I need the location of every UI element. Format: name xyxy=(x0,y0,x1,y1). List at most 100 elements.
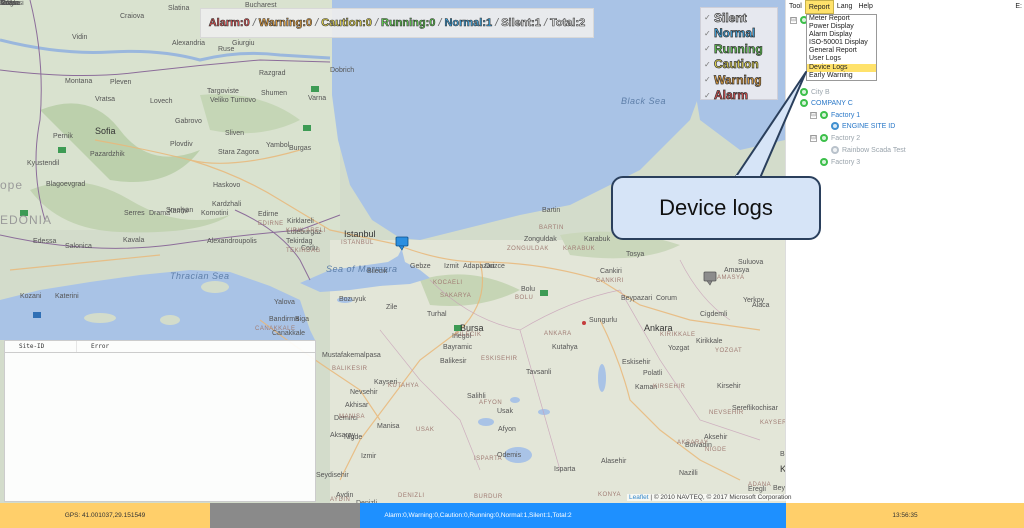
site-status-icon xyxy=(800,99,808,107)
city-label: Alexandria xyxy=(172,40,206,47)
region-label: AYDIN xyxy=(330,497,351,503)
city-label: Plovdiv xyxy=(170,141,193,148)
tree-node-factory-2[interactable]: ⊟ Factory 2 xyxy=(810,134,860,142)
city-label: Balikesir xyxy=(440,358,467,365)
city-label: Bartin xyxy=(542,207,561,214)
site-status-icon xyxy=(820,111,828,119)
region-label: USAK xyxy=(416,427,435,433)
menu-lang[interactable]: Lang xyxy=(834,0,856,14)
expand-icon[interactable]: ⊟ xyxy=(810,111,817,119)
city-label: Isparta xyxy=(554,466,576,473)
city-label: Serres xyxy=(124,210,145,217)
region-label: KARABUK xyxy=(563,246,596,252)
region-label: EDIRNE xyxy=(258,221,284,227)
city-label: Tavsanli xyxy=(526,369,552,376)
city-label: Zonguldak xyxy=(524,236,557,243)
menu-item-power-display[interactable]: Power Display xyxy=(807,23,876,31)
legend-item-caution[interactable]: ✓ Caution xyxy=(704,57,777,73)
city-label: Gabrovo xyxy=(175,118,202,125)
city-label: Alasehir xyxy=(601,458,627,465)
tree-node-company-c[interactable]: COMPANY C xyxy=(800,99,853,107)
tree-node-label: Factory 1 xyxy=(831,111,861,119)
callout-annotation: Device logs xyxy=(611,176,821,240)
city-label: Vidin xyxy=(72,34,88,41)
menu-item-iso-50001-display[interactable]: ISO-50001 Display xyxy=(807,39,876,47)
region-label: ANKARA xyxy=(544,331,572,337)
column-header-error[interactable]: Error xyxy=(77,341,109,352)
column-header-site-id[interactable]: Site-ID xyxy=(5,341,77,352)
legend-label: Normal xyxy=(714,26,756,41)
expand-icon[interactable]: ⊟ xyxy=(810,134,817,142)
city-label: Haskovo xyxy=(213,182,241,189)
site-status-icon xyxy=(831,122,839,130)
check-icon[interactable]: ✓ xyxy=(704,60,712,69)
region-label: AMASYA xyxy=(717,275,745,281)
city-label: Yambol xyxy=(266,142,290,149)
region-label: BALIKESIR xyxy=(332,366,368,372)
city-label: Burgas xyxy=(289,145,312,152)
tree-node-factory-1[interactable]: ⊟ Factory 1 xyxy=(810,111,860,119)
expand-icon[interactable]: ⊟ xyxy=(790,16,797,24)
country-label: EDONIA xyxy=(0,213,53,227)
city-label: Corum xyxy=(656,295,678,302)
leaflet-link[interactable]: Leaflet xyxy=(629,494,649,501)
tree-node-label: ENGINE SITE ID xyxy=(842,122,896,130)
city-label: Zile xyxy=(386,304,398,311)
check-icon[interactable]: ✓ xyxy=(704,91,712,100)
check-icon[interactable]: ✓ xyxy=(704,29,712,38)
city-label: Afyon xyxy=(498,426,516,433)
menu-item-early-warning[interactable]: Early Warning xyxy=(807,72,876,80)
legend-item-running[interactable]: ✓ Running xyxy=(704,41,777,57)
check-icon[interactable]: ✓ xyxy=(704,75,712,84)
legend-item-normal[interactable]: ✓ Normal xyxy=(704,26,777,42)
city-label: Cankiri xyxy=(600,268,622,275)
menu-item-device-logs[interactable]: Device Logs xyxy=(807,63,876,72)
legend-item-warning[interactable]: ✓ Warning xyxy=(704,72,777,88)
city-label: Bozuyuk xyxy=(339,296,366,303)
region-label: BURDUR xyxy=(474,494,503,500)
region-label: KOCAELI xyxy=(433,280,463,286)
gps-readout: GPS: 41.001037,29.151549 xyxy=(0,503,210,528)
menu-report[interactable]: Report xyxy=(804,0,834,14)
city-label: Stara Zagora xyxy=(218,149,259,156)
city-label: Vratsa xyxy=(95,96,115,103)
menu-item-alarm-display[interactable]: Alarm Display xyxy=(807,31,876,39)
alarm-count: Alarm:0 xyxy=(208,17,250,30)
city-label: Blagoevgrad xyxy=(46,181,86,188)
check-icon[interactable]: ✓ xyxy=(704,44,712,53)
sea-label: Thracian Sea xyxy=(170,271,230,281)
city-label: Drama xyxy=(149,210,171,217)
city-label: Yalova xyxy=(274,299,295,306)
legend-item-silent[interactable]: ✓ Silent xyxy=(704,10,777,26)
city-label: Nazilli xyxy=(679,470,698,477)
city-label: Shumen xyxy=(261,90,288,97)
city-label: Akhisar xyxy=(345,402,369,409)
menu-tool[interactable]: Tool xyxy=(786,0,805,14)
city-label: Targoviste xyxy=(207,88,239,95)
site-status-icon xyxy=(831,146,839,154)
city-label: Sliven xyxy=(225,130,245,137)
tree-node-city-b[interactable]: City B xyxy=(800,88,830,96)
report-dropdown-menu: Meter Report Power Display Alarm Display IS… xyxy=(806,14,877,81)
region-label: KIRSEHIR xyxy=(653,384,686,390)
tree-node-label: Factory 2 xyxy=(831,134,861,142)
menu-item-meter-report[interactable]: Meter Report xyxy=(807,15,876,23)
city-label: Sofia xyxy=(95,126,116,136)
region-label: DENIZLI xyxy=(398,493,425,499)
city-label: Nigde xyxy=(344,434,363,441)
total-count: Total:2 xyxy=(550,17,586,30)
city-label: Kutahya xyxy=(552,344,578,351)
tree-node-engine-site-id[interactable]: ENGINE SITE ID xyxy=(831,122,895,130)
tree-node-rainbow-scada-test[interactable]: Rainbow Scada Test xyxy=(831,146,906,154)
city-label: Cigdemli xyxy=(700,311,728,318)
check-icon[interactable]: ✓ xyxy=(704,13,712,22)
city-label: Kirklareli xyxy=(287,218,314,225)
normal-count: Normal:1 xyxy=(444,17,493,30)
menu-item-general-report[interactable]: General Report xyxy=(807,47,876,55)
tree-node-factory-3[interactable]: Factory 3 xyxy=(820,158,860,166)
menu-help[interactable]: Help xyxy=(855,0,875,14)
region-label: SAKARYA xyxy=(440,293,472,299)
sea-label: Black Sea xyxy=(621,96,667,106)
menu-item-user-logs[interactable]: User Logs xyxy=(807,55,876,63)
legend-item-alarm[interactable]: ✓ Alarm xyxy=(704,88,777,104)
